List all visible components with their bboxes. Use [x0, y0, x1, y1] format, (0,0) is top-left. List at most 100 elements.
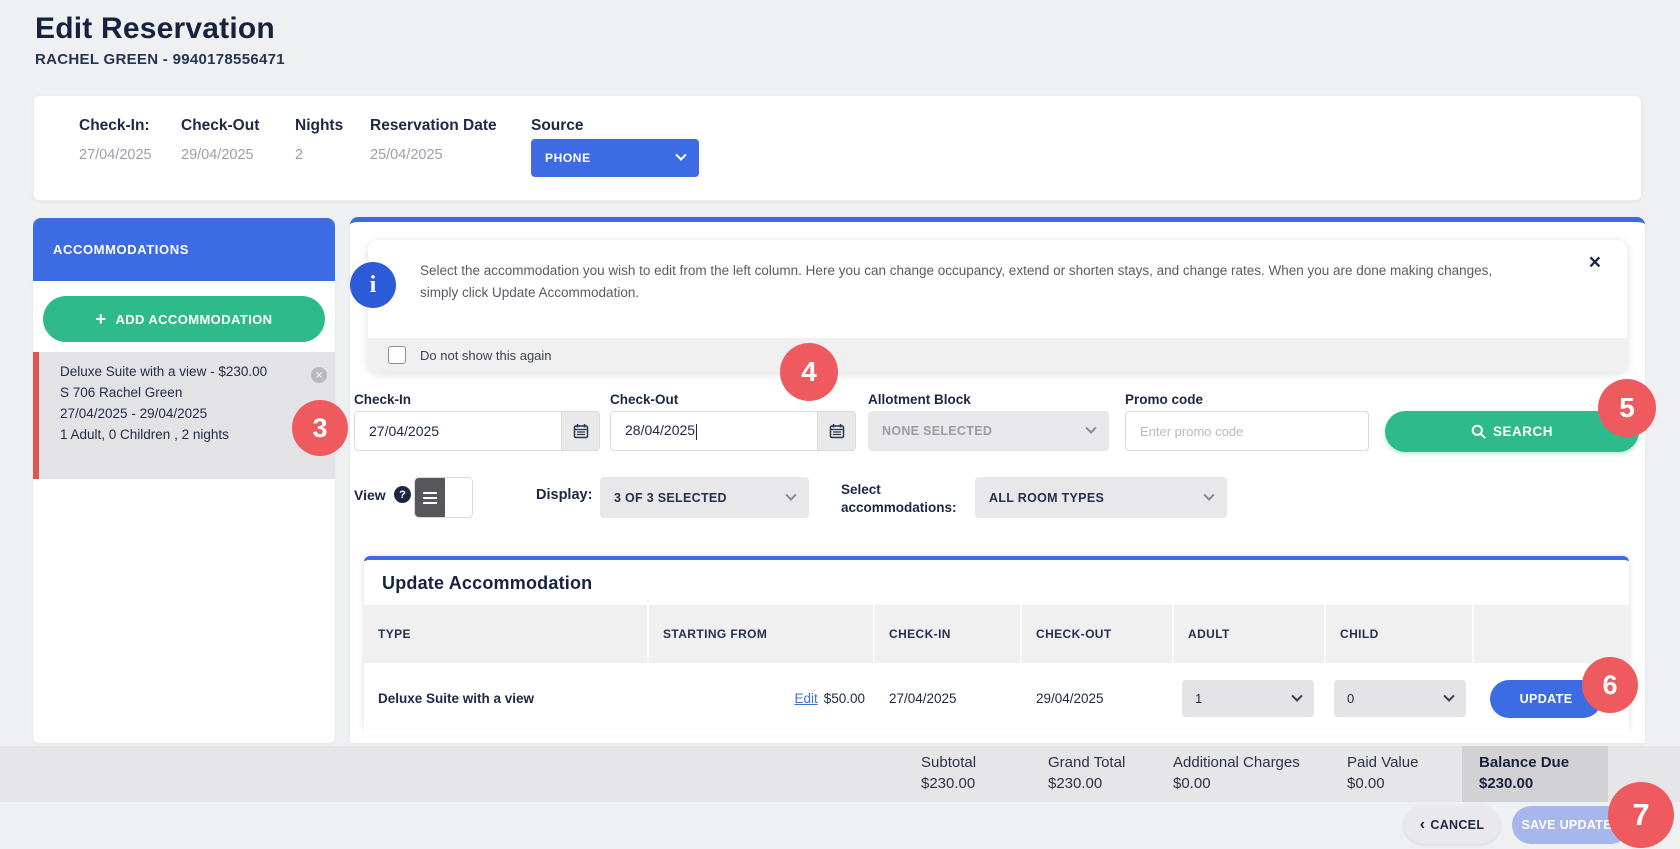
step-badge-3: 3 — [292, 400, 348, 456]
edit-rate-link[interactable]: Edit — [794, 691, 817, 706]
view-label: View — [354, 487, 386, 503]
balance-due-label: Balance Due — [1479, 754, 1569, 771]
plus-icon: + — [96, 310, 107, 328]
search-icon — [1471, 424, 1486, 439]
accommodations-header: ACCOMMODATIONS — [33, 218, 335, 281]
summary-source-label: Source — [531, 117, 584, 135]
row-checkin: 27/04/2025 — [875, 691, 1022, 706]
update-section-title: Update Accommodation — [382, 573, 592, 594]
summary-nights-value: 2 — [295, 147, 303, 163]
summary-resdate-value: 25/04/2025 — [370, 147, 443, 163]
info-icon: i — [350, 262, 396, 308]
row-adult-cell: 1 — [1174, 680, 1326, 717]
grand-total-label: Grand Total — [1048, 754, 1125, 771]
additional-charges-value: $0.00 — [1173, 775, 1211, 792]
info-banner-message: Select the accommodation you wish to edi… — [420, 260, 1505, 305]
help-icon[interactable]: ? — [394, 486, 411, 503]
chevron-down-icon — [785, 489, 796, 500]
dismiss-checkbox-label: Do not show this again — [420, 348, 552, 363]
list-view-icon — [423, 492, 437, 504]
col-child: CHILD — [1326, 605, 1474, 663]
additional-charges-label: Additional Charges — [1173, 754, 1300, 771]
display-select-value: 3 OF 3 SELECTED — [614, 491, 727, 505]
accommodation-card-line2: S 706 Rachel Green — [60, 383, 309, 404]
grand-total-value: $230.00 — [1048, 775, 1102, 792]
row-checkout: 29/04/2025 — [1022, 691, 1174, 706]
promo-input[interactable] — [1125, 411, 1369, 451]
checkin-field[interactable]: 27/04/2025 — [354, 411, 600, 451]
chevron-down-icon — [1085, 423, 1096, 434]
col-actions — [1474, 605, 1629, 663]
checkout-field[interactable]: 28/04/2025 — [610, 411, 856, 451]
summary-checkout-value: 29/04/2025 — [181, 147, 254, 163]
search-button-label: SEARCH — [1493, 424, 1553, 439]
subtotal-value: $230.00 — [921, 775, 975, 792]
update-accommodation-section: Update Accommodation TYPE STARTING FROM … — [364, 556, 1629, 730]
promo-label: Promo code — [1125, 392, 1203, 407]
checkin-label: Check-In — [354, 392, 411, 407]
row-price: $50.00 — [824, 691, 865, 706]
accommodation-card-line3: 27/04/2025 - 29/04/2025 — [60, 404, 309, 425]
col-adult: ADULT — [1174, 605, 1326, 663]
view-toggle[interactable] — [414, 477, 473, 518]
cancel-button-label: CANCEL — [1430, 818, 1484, 832]
guest-subtitle: RACHEL GREEN - 9940178556471 — [35, 51, 285, 68]
reservation-summary-card: Check-In: 27/04/2025 Check-Out 29/04/202… — [33, 95, 1642, 201]
display-select[interactable]: 3 OF 3 SELECTED — [600, 477, 809, 518]
row-type: Deluxe Suite with a view — [364, 691, 649, 706]
step-badge-5: 5 — [1598, 379, 1656, 437]
accommodations-panel — [33, 281, 335, 743]
paid-value-label: Paid Value — [1347, 754, 1418, 771]
source-select[interactable]: PHONE — [531, 139, 699, 177]
chevron-down-icon — [1443, 690, 1454, 701]
checkout-value: 28/04/2025 — [611, 422, 817, 439]
grid-view-segment[interactable] — [445, 478, 472, 517]
balance-due-value: $230.00 — [1479, 775, 1533, 792]
step-badge-6: 6 — [1582, 657, 1638, 713]
summary-checkin-value: 27/04/2025 — [79, 147, 152, 163]
step-badge-4: 4 — [780, 343, 838, 401]
subtotal-label: Subtotal — [921, 754, 976, 771]
source-select-value: PHONE — [545, 151, 591, 165]
accommodation-card-line1: Deluxe Suite with a view - $230.00 — [60, 362, 309, 383]
calendar-icon[interactable] — [817, 412, 855, 450]
checkin-value: 27/04/2025 — [355, 423, 561, 439]
summary-checkout-label: Check-Out — [181, 117, 259, 135]
room-type-select[interactable]: ALL ROOM TYPES — [975, 477, 1227, 518]
chevron-down-icon — [1203, 489, 1214, 500]
calendar-icon[interactable] — [561, 412, 599, 450]
row-child-cell: 0 — [1326, 680, 1474, 717]
text-caret — [696, 424, 697, 440]
table-row: Deluxe Suite with a view Edit $50.00 27/… — [364, 663, 1629, 734]
table-header-row: TYPE STARTING FROM CHECK-IN CHECK-OUT AD… — [364, 605, 1629, 663]
add-accommodation-label: ADD ACCOMMODATION — [115, 312, 272, 327]
back-chevron-icon: ‹ — [1420, 817, 1426, 833]
display-label: Display: — [536, 487, 592, 503]
allotment-select[interactable]: NONE SELECTED — [868, 411, 1109, 451]
cancel-button[interactable]: ‹ CANCEL — [1404, 806, 1500, 844]
add-accommodation-button[interactable]: + ADD ACCOMMODATION — [43, 296, 325, 342]
child-select[interactable]: 0 — [1334, 680, 1466, 717]
select-accommodations-label: Select accommodations: — [841, 481, 949, 517]
close-icon[interactable]: × — [1589, 252, 1601, 273]
summary-nights-label: Nights — [295, 117, 343, 135]
checkout-label: Check-Out — [610, 392, 678, 407]
summary-checkin-label: Check-In: — [79, 117, 150, 135]
allotment-select-value: NONE SELECTED — [882, 424, 992, 438]
adult-select-value: 1 — [1195, 691, 1202, 706]
summary-resdate-label: Reservation Date — [370, 117, 497, 135]
dismiss-checkbox[interactable] — [388, 346, 406, 364]
chevron-down-icon — [675, 150, 686, 161]
step-badge-7: 7 — [1608, 782, 1674, 848]
allotment-label: Allotment Block — [868, 392, 971, 407]
adult-select[interactable]: 1 — [1182, 680, 1314, 717]
room-type-select-value: ALL ROOM TYPES — [989, 491, 1104, 505]
accommodation-card[interactable]: Deluxe Suite with a view - $230.00 S 706… — [33, 352, 335, 479]
remove-accommodation-icon[interactable]: × — [311, 367, 327, 383]
chevron-down-icon — [1291, 690, 1302, 701]
list-view-segment[interactable] — [415, 478, 445, 517]
col-starting-from: STARTING FROM — [649, 605, 875, 663]
accommodations-header-label: ACCOMMODATIONS — [53, 242, 189, 257]
row-starting-from: Edit $50.00 — [649, 691, 875, 706]
edit-reservation-page: Edit Reservation RACHEL GREEN - 99401785… — [0, 0, 1680, 849]
